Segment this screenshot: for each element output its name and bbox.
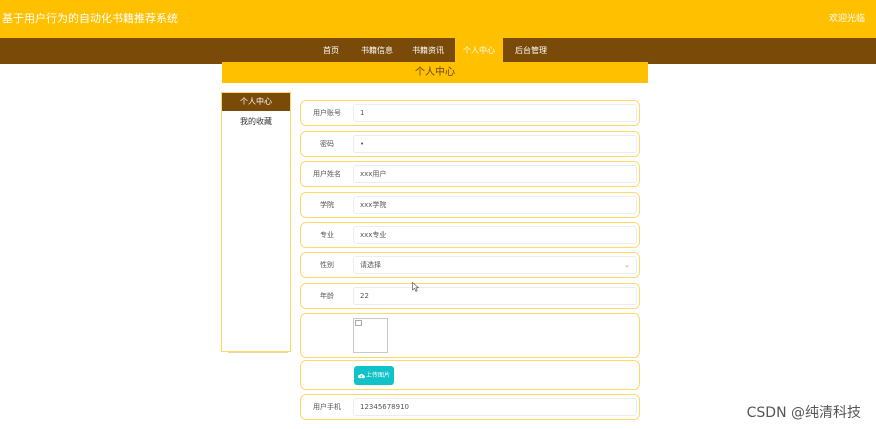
major-input[interactable]: xxx专业 [353, 226, 637, 244]
upload-image-button[interactable]: 上传图片 [354, 366, 394, 385]
nav-item-news[interactable]: 书籍资讯 [407, 38, 449, 64]
nav-item-profile[interactable]: 个人中心 [455, 38, 503, 64]
phone-input[interactable]: 12345678910 [353, 398, 637, 416]
welcome-text: 欢迎光临 [828, 14, 865, 24]
form-row-account: 用户账号 1 [300, 100, 640, 126]
major-label: 专业 [320, 231, 334, 239]
nav-item-admin[interactable]: 后台管理 [510, 38, 552, 64]
cloud-upload-icon [357, 373, 365, 378]
age-input[interactable]: 22 [353, 287, 637, 305]
form-row-name: 用户姓名 xxx用户 [300, 161, 640, 187]
form-row-password: 密码 • [300, 131, 640, 157]
phone-label: 用户手机 [313, 403, 341, 411]
main-nav: 首页 书籍信息 书籍资讯 个人中心 后台管理 [0, 38, 876, 64]
age-label: 年龄 [320, 292, 334, 300]
nav-item-home[interactable]: 首页 [316, 38, 346, 64]
page-title: 个人中心 [222, 62, 648, 83]
account-input[interactable]: 1 [353, 104, 637, 122]
gender-label: 性别 [320, 261, 334, 269]
form-row-upload: 上传图片 [300, 360, 640, 390]
gender-select[interactable]: 请选择 ⌄ [353, 256, 637, 274]
top-header: 基于用户行为的自动化书籍推荐系统 欢迎光临 [0, 0, 876, 38]
form-row-age: 年龄 22 [300, 283, 640, 309]
upload-button-label: 上传图片 [366, 372, 391, 379]
name-input[interactable]: xxx用户 [353, 165, 637, 183]
chevron-down-icon: ⌄ [624, 261, 630, 269]
password-label: 密码 [320, 140, 334, 148]
sidebar-item-profile[interactable]: 个人中心 [222, 93, 290, 111]
name-label: 用户姓名 [313, 170, 341, 178]
broken-image-icon [355, 320, 362, 326]
avatar-image [353, 318, 388, 353]
mouse-cursor-icon [412, 282, 420, 292]
form-row-gender: 性别 请选择 ⌄ [300, 252, 640, 278]
form-row-school: 学院 xxx学院 [300, 192, 640, 218]
account-label: 用户账号 [313, 109, 341, 117]
sidebar-divider [228, 352, 288, 353]
form-row-phone: 用户手机 12345678910 [300, 394, 640, 420]
sidebar: 个人中心 我的收藏 [221, 92, 291, 352]
site-title: 基于用户行为的自动化书籍推荐系统 [2, 12, 178, 25]
watermark: CSDN @纯清科技 [746, 405, 861, 421]
school-label: 学院 [320, 201, 334, 209]
gender-select-value: 请选择 [360, 261, 381, 269]
school-input[interactable]: xxx学院 [353, 196, 637, 214]
form-row-avatar [300, 313, 640, 358]
password-input[interactable]: • [353, 135, 637, 153]
sidebar-item-favorites[interactable]: 我的收藏 [222, 113, 290, 131]
form-row-major: 专业 xxx专业 [300, 222, 640, 248]
nav-item-books[interactable]: 书籍信息 [356, 38, 398, 64]
